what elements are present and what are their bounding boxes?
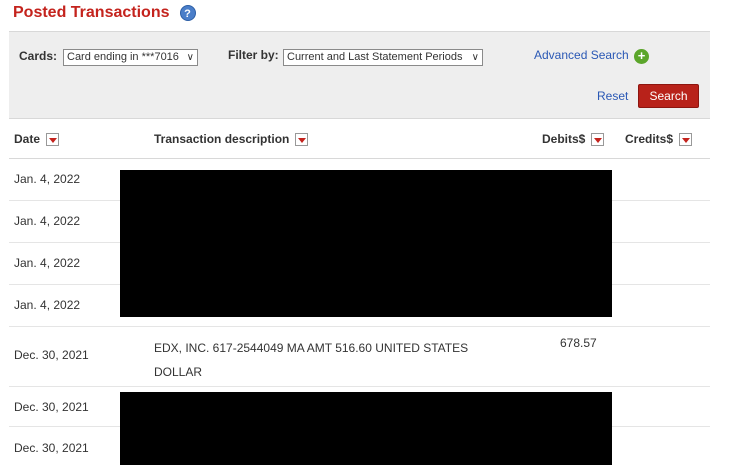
- column-header-description[interactable]: Transaction description: [154, 132, 309, 146]
- cards-label: Cards:: [19, 49, 58, 63]
- filter-label: Filter by:: [228, 48, 279, 62]
- column-header-credits[interactable]: Credits$: [625, 132, 693, 146]
- page-title: Posted Transactions ?: [13, 4, 196, 22]
- redaction-block: [120, 170, 612, 317]
- column-header-debits[interactable]: Debits$: [542, 132, 605, 146]
- row-date: Jan. 4, 2022: [14, 214, 81, 228]
- row-date: Jan. 4, 2022: [14, 298, 81, 312]
- row-date: Jan. 4, 2022: [14, 256, 81, 270]
- chevron-down-icon: ∨: [186, 52, 194, 63]
- page-title-text: Posted Transactions: [13, 4, 170, 21]
- table-row[interactable]: Dec. 30, 2021 EDX, INC. 617-2544049 MA A…: [9, 327, 710, 387]
- chevron-down-icon: ∨: [471, 52, 479, 63]
- cards-select[interactable]: Card ending in ***7016 ∨: [63, 49, 198, 66]
- reset-link[interactable]: Reset: [597, 89, 628, 103]
- row-date: Dec. 30, 2021: [14, 441, 89, 455]
- row-date: Dec. 30, 2021: [14, 348, 89, 362]
- column-header-label: Debits$: [542, 132, 586, 146]
- plus-icon[interactable]: +: [634, 49, 649, 64]
- row-date: Jan. 4, 2022: [14, 172, 81, 186]
- sort-icon[interactable]: [46, 132, 60, 146]
- advanced-search-link[interactable]: Advanced Search: [534, 48, 629, 62]
- cards-select-value: Card ending in ***7016: [67, 51, 179, 63]
- sort-icon[interactable]: [295, 132, 309, 146]
- row-debit: 678.57: [560, 336, 597, 350]
- filter-select[interactable]: Current and Last Statement Periods ∨: [283, 49, 483, 66]
- filter-select-value: Current and Last Statement Periods: [287, 51, 463, 63]
- column-header-label: Transaction description: [154, 132, 290, 146]
- sort-icon[interactable]: [679, 132, 693, 146]
- help-icon[interactable]: ?: [179, 5, 196, 21]
- search-button[interactable]: Search: [638, 84, 699, 108]
- column-header-label: Date: [14, 132, 41, 146]
- column-header-label: Credits$: [625, 132, 674, 146]
- filter-panel: Cards: Card ending in ***7016 ∨ Filter b…: [9, 31, 710, 118]
- row-date: Dec. 30, 2021: [14, 400, 89, 414]
- table-header: Date Transaction description Debits$ Cre…: [9, 118, 710, 159]
- column-header-date[interactable]: Date: [14, 132, 60, 146]
- sort-icon[interactable]: [591, 132, 605, 146]
- redaction-block: [120, 392, 612, 465]
- row-description: EDX, INC. 617-2544049 MA AMT 516.60 UNIT…: [154, 341, 469, 379]
